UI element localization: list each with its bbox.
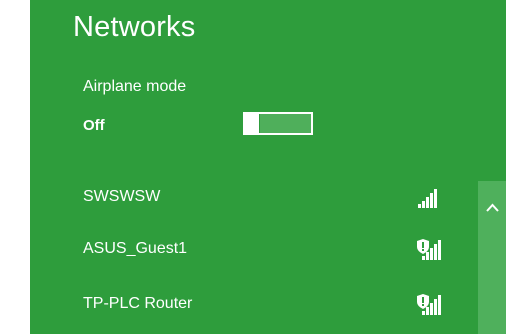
networks-panel: Networks Airplane mode Off SWSWSW ASUS_G… bbox=[30, 0, 506, 334]
network-item[interactable]: TP-PLC Router bbox=[30, 283, 475, 327]
secured-wifi-signal-icon bbox=[417, 239, 441, 260]
network-name: TP-PLC Router bbox=[83, 295, 193, 312]
network-name: SWSWSW bbox=[83, 188, 161, 205]
airplane-mode-state: Off bbox=[83, 117, 105, 134]
network-name: ASUS_Guest1 bbox=[83, 240, 188, 257]
panel-title: Networks bbox=[73, 11, 196, 43]
network-list-scrollbar[interactable] bbox=[478, 181, 506, 334]
airplane-mode-toggle[interactable] bbox=[243, 112, 313, 135]
chevron-up-icon[interactable] bbox=[486, 203, 499, 213]
wifi-signal-icon bbox=[418, 189, 437, 208]
toggle-thumb[interactable] bbox=[245, 114, 258, 133]
toggle-track bbox=[259, 114, 311, 133]
airplane-mode-label: Airplane mode bbox=[83, 78, 187, 95]
network-item[interactable]: ASUS_Guest1 bbox=[30, 228, 475, 272]
secured-wifi-signal-icon bbox=[417, 294, 441, 315]
network-item[interactable]: SWSWSW bbox=[30, 176, 475, 220]
